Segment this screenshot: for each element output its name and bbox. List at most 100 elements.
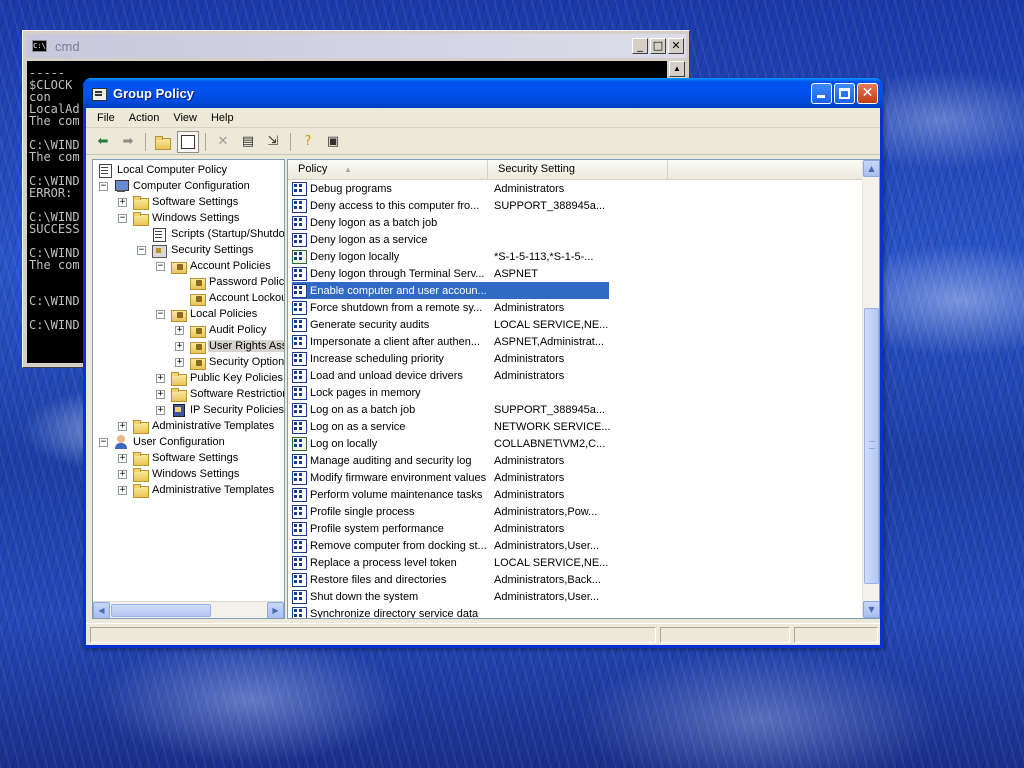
scroll-up-icon[interactable]: ▲	[863, 160, 879, 177]
show-hide-tree-icon[interactable]	[177, 130, 199, 153]
collapse-icon[interactable]: −	[137, 245, 146, 255]
cmd-close-button[interactable]: ✕	[668, 38, 684, 54]
expand-icon[interactable]: +	[156, 389, 165, 399]
policy-row[interactable]: Remove computer from docking st... Admini…	[292, 537, 609, 554]
policy-row[interactable]: Lock pages in memory	[292, 384, 609, 401]
policy-row[interactable]: Shut down the system Administrators,User.…	[292, 588, 609, 605]
export-list-icon[interactable]: ⇲	[262, 131, 284, 153]
tree-item-user-rights-assignment[interactable]: + User Rights Assignment	[175, 338, 284, 354]
properties-icon[interactable]: ▤	[237, 131, 259, 153]
tree-scroll-thumb[interactable]	[111, 604, 211, 617]
column-header-security-setting[interactable]: Security Setting	[488, 160, 668, 179]
menu-action[interactable]: Action	[122, 110, 167, 126]
policy-row[interactable]: Deny logon through Terminal Serv... ASPNE…	[292, 265, 609, 282]
menu-file[interactable]: File	[90, 110, 122, 126]
cmd-minimize-button[interactable]: _	[632, 38, 648, 54]
policy-row[interactable]: Synchronize directory service data	[292, 605, 609, 618]
policy-row[interactable]: Profile system performance Administrators	[292, 520, 609, 537]
close-button[interactable]: ✕	[857, 83, 878, 104]
policy-row[interactable]: Deny logon as a batch job	[292, 214, 609, 231]
policy-row[interactable]: Deny logon locally *S-1-5-113,*S-1-5-...	[292, 248, 609, 265]
policy-row[interactable]: Profile single process Administrators,Pow…	[292, 503, 609, 520]
policy-row-selected[interactable]: Enable computer and user accoun...	[292, 282, 609, 299]
policy-row[interactable]: Replace a process level token LOCAL SERVI…	[292, 554, 609, 571]
list-scroll-thumb[interactable]	[864, 308, 879, 584]
policy-row[interactable]: Manage auditing and security log Administ…	[292, 452, 609, 469]
cmd-scroll-up-icon[interactable]: ▲	[669, 61, 685, 77]
cmd-title-bar[interactable]: C:\ cmd _ □ ✕	[26, 34, 686, 58]
expand-icon[interactable]: +	[175, 357, 184, 367]
tree-item-local-policies[interactable]: − Local Policies	[156, 306, 258, 322]
policy-row[interactable]: Debug programs Administrators	[292, 180, 609, 197]
expand-icon[interactable]: +	[156, 405, 165, 415]
expand-icon[interactable]: +	[118, 421, 127, 431]
menu-view[interactable]: View	[166, 110, 204, 126]
tree-item-administrative-templates[interactable]: + Administrative Templates	[118, 418, 275, 434]
policy-list-pane[interactable]: Policy ▲ Security Setting Debug programs…	[287, 159, 880, 619]
tree-item-windows-settings[interactable]: − Windows Settings	[118, 210, 240, 226]
tree-item-local-computer-policy[interactable]: Local Computer Policy	[97, 162, 228, 178]
policy-row[interactable]: Load and unload device drivers Administra…	[292, 367, 609, 384]
menu-help[interactable]: Help	[204, 110, 241, 126]
scroll-right-icon[interactable]: ▶	[267, 601, 284, 618]
tree-item-public-key-policies[interactable]: + Public Key Policies	[156, 370, 284, 386]
scroll-down-icon[interactable]: ▼	[863, 601, 879, 618]
collapse-icon[interactable]: −	[99, 437, 108, 447]
collapse-icon[interactable]: −	[156, 261, 165, 271]
forward-arrow-icon[interactable]: ➡	[117, 131, 139, 153]
tree-item-user-configuration[interactable]: − User Configuration	[99, 434, 226, 450]
expand-icon[interactable]: +	[118, 469, 127, 479]
policy-row[interactable]: Impersonate a client after authen... ASPN…	[292, 333, 609, 350]
title-bar[interactable]: Group Policy ✕	[83, 78, 883, 108]
expand-icon[interactable]: +	[156, 373, 165, 383]
collapse-icon[interactable]: −	[156, 309, 165, 319]
maximize-button[interactable]	[834, 83, 855, 104]
policy-row[interactable]: Modify firmware environment values Admini…	[292, 469, 609, 486]
delete-icon[interactable]: ✕	[212, 131, 234, 153]
policy-row[interactable]: Force shutdown from a remote sy... Admini…	[292, 299, 609, 316]
policy-row[interactable]: Perform volume maintenance tasks Administ…	[292, 486, 609, 503]
tree-item-ip-security-policies[interactable]: + IP Security Policies	[156, 402, 284, 418]
scroll-left-icon[interactable]: ◀	[93, 601, 110, 618]
tree-item-user-administrative-templates[interactable]: + Administrative Templates	[118, 482, 275, 498]
list-vertical-scrollbar[interactable]: ▲ ▼	[862, 160, 879, 618]
policy-row[interactable]: Log on as a service NETWORK SERVICE...	[292, 418, 611, 435]
expand-icon[interactable]: +	[118, 485, 127, 495]
policy-row[interactable]: Log on locally COLLABNET\VM2,C...	[292, 435, 609, 452]
tree-item-account-lockout[interactable]: Account Lockout Policy	[189, 290, 284, 306]
tree-item-user-software-settings[interactable]: + Software Settings	[118, 450, 239, 466]
help-icon[interactable]: ?	[297, 131, 319, 153]
tree-item-scripts[interactable]: Scripts (Startup/Shutdown)	[151, 226, 284, 242]
policy-row[interactable]: Deny logon as a service	[292, 231, 609, 248]
collapse-icon[interactable]: −	[118, 213, 127, 223]
up-folder-icon[interactable]	[152, 131, 174, 153]
expand-icon[interactable]: +	[118, 197, 127, 207]
back-arrow-icon[interactable]: ⬅	[92, 131, 114, 153]
expand-icon[interactable]: +	[175, 341, 184, 351]
policy-row[interactable]: Increase scheduling priority Administrato…	[292, 350, 609, 367]
tree-item-security-options[interactable]: + Security Options	[175, 354, 284, 370]
tree-item-user-windows-settings[interactable]: + Windows Settings	[118, 466, 240, 482]
group-policy-window[interactable]: Group Policy ✕ File Action View Help ⬅ ➡…	[83, 78, 883, 648]
minimize-button[interactable]	[811, 83, 832, 104]
tree-item-password-policy[interactable]: Password Policy	[189, 274, 284, 290]
policy-row[interactable]: Restore files and directories Administrat…	[292, 571, 609, 588]
tree-item-account-policies[interactable]: − Account Policies	[156, 258, 272, 274]
collapse-icon[interactable]: −	[99, 181, 108, 191]
tree-horizontal-scrollbar[interactable]: ◀ ▶	[93, 601, 284, 618]
tree-item-security-settings[interactable]: − Security Settings	[137, 242, 255, 258]
policy-row[interactable]: Generate security audits LOCAL SERVICE,NE…	[292, 316, 609, 333]
tree-item-computer-configuration[interactable]: − Computer Configuration	[99, 178, 251, 194]
policy-row[interactable]: Deny access to this computer fro... SUPPO…	[292, 197, 609, 214]
tree-item-software-restriction[interactable]: + Software Restriction Policies	[156, 386, 284, 402]
tree-item-audit-policy[interactable]: + Audit Policy	[175, 322, 267, 338]
tree-item-software-settings[interactable]: + Software Settings	[118, 194, 239, 210]
cmd-maximize-button[interactable]: □	[650, 38, 666, 54]
column-header-policy[interactable]: Policy ▲	[288, 160, 488, 179]
cmd-output-line: C:\WIND	[29, 318, 80, 332]
policy-row[interactable]: Log on as a batch job SUPPORT_388945a...	[292, 401, 609, 418]
expand-icon[interactable]: +	[118, 453, 127, 463]
console-icon[interactable]: ▣	[322, 131, 344, 153]
expand-icon[interactable]: +	[175, 325, 184, 335]
tree-pane[interactable]: Local Computer Policy − Computer Configu…	[92, 159, 285, 619]
